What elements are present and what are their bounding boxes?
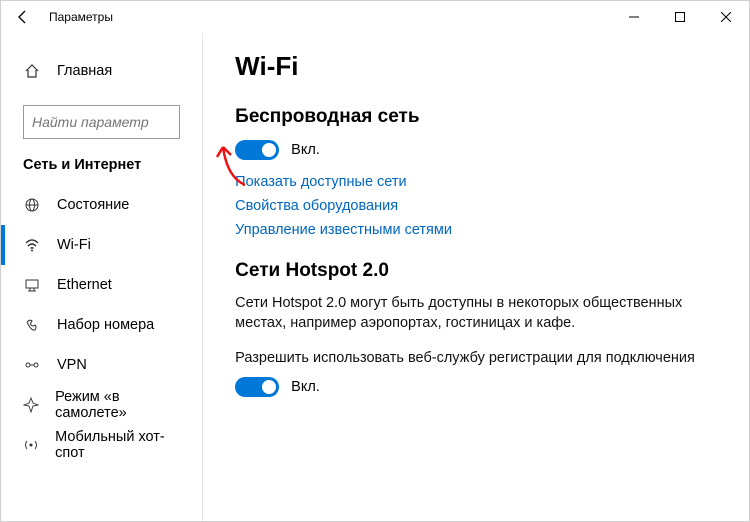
nav-label: Мобильный хот-спот [55,429,180,461]
hotspot-toggle[interactable] [235,377,279,397]
nav-home-label: Главная [57,63,112,79]
nav-label: Набор номера [57,317,154,333]
home-icon [23,63,41,79]
link-show-networks[interactable]: Показать доступные сети [235,174,719,190]
nav-vpn[interactable]: VPN [1,345,202,385]
nav-label: Состояние [57,197,129,213]
airplane-icon [23,397,39,413]
back-button[interactable] [1,1,45,33]
ethernet-icon [23,277,41,293]
wifi-toggle-label: Вкл. [291,142,320,158]
nav-label: Ethernet [57,277,112,293]
section-hotspot: Сети Hotspot 2.0 [235,260,719,282]
globe-icon [23,197,41,213]
nav-status[interactable]: Состояние [1,185,202,225]
nav-home[interactable]: Главная [1,51,202,91]
nav-wifi[interactable]: Wi-Fi [1,225,202,265]
section-wireless: Беспроводная сеть [235,106,719,128]
link-known-networks[interactable]: Управление известными сетями [235,222,719,238]
page-title: Wi-Fi [235,51,719,82]
nav-label: VPN [57,357,87,373]
search-input[interactable] [32,114,203,130]
nav-airplane[interactable]: Режим «в самолете» [1,385,202,425]
search-box[interactable] [23,105,180,139]
close-button[interactable] [703,1,749,33]
hotspot-description: Сети Hotspot 2.0 могут быть доступны в н… [235,294,719,333]
wifi-toggle[interactable] [235,140,279,160]
wifi-icon [23,237,41,253]
nav-ethernet[interactable]: Ethernet [1,265,202,305]
vpn-icon [23,357,41,373]
minimize-button[interactable] [611,1,657,33]
main-content: Wi-Fi Беспроводная сеть Вкл. Показать до… [203,33,749,521]
sidebar: Главная Сеть и Интернет Состояние [1,33,203,521]
window-title: Параметры [45,10,113,24]
nav-hotspot[interactable]: Мобильный хот-спот [1,425,202,465]
maximize-button[interactable] [657,1,703,33]
nav-dialup[interactable]: Набор номера [1,305,202,345]
category-header: Сеть и Интернет [1,157,202,173]
dialup-icon [23,317,41,333]
hotspot-icon [23,437,39,453]
titlebar: Параметры [1,1,749,33]
hotspot-allow-text: Разрешить использовать веб-службу регист… [235,349,719,369]
toggle-knob [262,380,276,394]
nav-label: Режим «в самолете» [55,389,180,421]
nav-label: Wi-Fi [57,237,91,253]
hotspot-toggle-label: Вкл. [291,379,320,395]
link-hardware-properties[interactable]: Свойства оборудования [235,198,719,214]
toggle-knob [262,143,276,157]
